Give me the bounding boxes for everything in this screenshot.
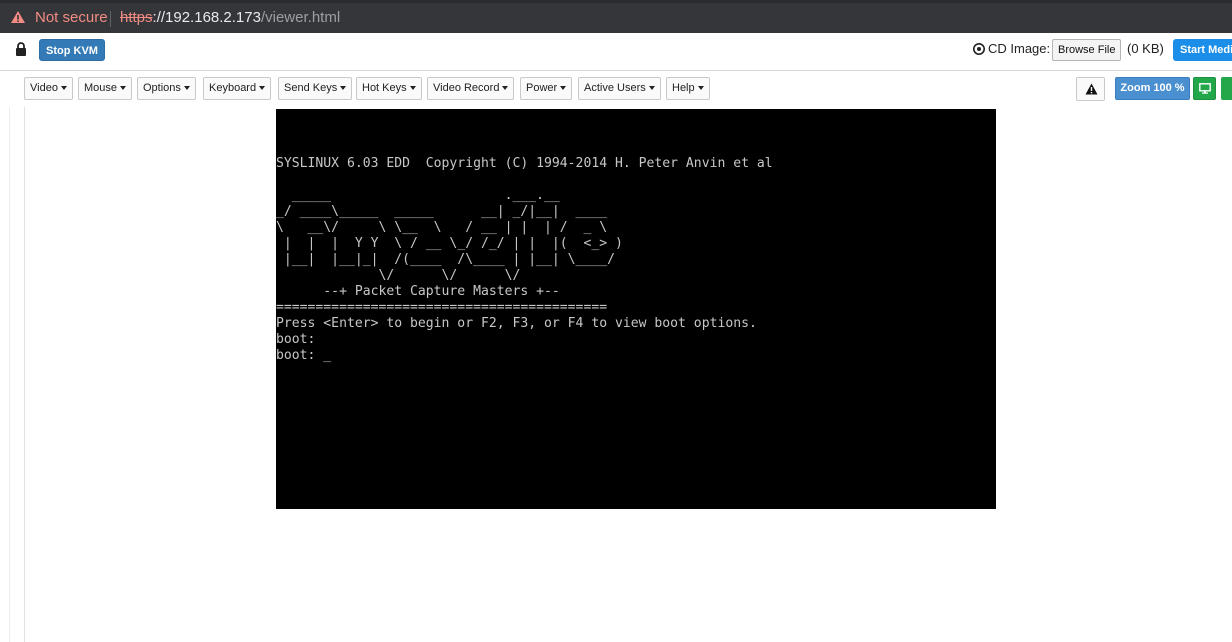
caret-down-icon <box>697 86 704 91</box>
browse-file-button[interactable]: Browse File <box>1052 39 1122 61</box>
browser-address-bar: Not secure https://192.168.2.173/viewer.… <box>0 0 1232 33</box>
zoom-button[interactable]: Zoom 100 % <box>1115 77 1190 100</box>
console-line: |__| |__|_| /(____ /\____ | |__| \____/ <box>276 252 615 267</box>
kvm-menu-bar: Video Mouse Options Keyboard Send Keys H… <box>0 71 1232 107</box>
menu-label: Help <box>672 82 695 94</box>
menu-label: Power <box>526 82 558 94</box>
lock-icon <box>15 42 27 56</box>
console-line: boot: <box>276 332 316 347</box>
caret-down-icon <box>648 86 655 91</box>
menu-label: Video <box>30 82 58 94</box>
console-line: \ __\/ \ \__ \ / __ | | | / _ \ <box>276 220 608 235</box>
url-scheme: https <box>120 9 153 26</box>
caret-down-icon <box>340 86 347 91</box>
menu-hot-keys[interactable]: Hot Keys <box>356 77 422 100</box>
console-line: ========================================… <box>276 300 608 315</box>
cd-disc-icon <box>973 42 985 55</box>
caret-down-icon <box>183 86 190 91</box>
monitor-button[interactable] <box>1193 77 1216 100</box>
kvm-console-screen[interactable]: SYSLINUX 6.03 EDD Copyright (C) 1994-201… <box>276 109 996 509</box>
menu-video[interactable]: Video <box>24 77 73 100</box>
caret-down-icon <box>259 86 266 91</box>
menu-label: Mouse <box>84 82 118 94</box>
console-line: _____ .___.__ <box>276 188 560 203</box>
left-rail <box>0 107 25 642</box>
console-line: --+ Packet Capture Masters +-- <box>276 284 560 299</box>
caret-down-icon <box>60 86 67 91</box>
stop-kvm-button[interactable]: Stop KVM <box>39 39 105 61</box>
menu-keyboard[interactable]: Keyboard <box>203 77 272 100</box>
alert-button[interactable] <box>1076 77 1105 101</box>
console-line: Press <Enter> to begin or F2, F3, or F4 … <box>276 316 757 331</box>
alert-triangle-icon <box>1085 83 1098 95</box>
menu-label: Hot Keys <box>362 82 407 94</box>
menu-label: Options <box>143 82 181 94</box>
caret-down-icon <box>502 86 509 91</box>
console-line: \/ \/ \/ <box>276 268 521 283</box>
caret-down-icon <box>120 86 127 91</box>
url-host: ://192.168.2.173 <box>152 9 261 26</box>
cd-image-label: CD Image: <box>988 41 1051 56</box>
start-media-button[interactable]: Start Media <box>1173 39 1232 61</box>
green-toggle-button[interactable] <box>1221 77 1232 100</box>
menu-send-keys[interactable]: Send Keys <box>278 77 353 100</box>
console-line: SYSLINUX 6.03 EDD Copyright (C) 1994-201… <box>276 156 773 171</box>
file-size-label: (0 KB) <box>1127 41 1164 56</box>
menu-label: Active Users <box>584 82 646 94</box>
console-line: _/ ____\_____ _____ __| _/|__| ____ <box>276 204 608 219</box>
caret-down-icon <box>560 86 567 91</box>
menu-video-record[interactable]: Video Record <box>427 77 515 100</box>
menu-label: Keyboard <box>209 82 257 94</box>
url-path: /viewer.html <box>260 9 341 26</box>
console-line: | | | Y Y \ / __ \_/ /_/ | | |( <_> ) <box>276 236 623 251</box>
console-text: SYSLINUX 6.03 EDD Copyright (C) 1994-201… <box>276 156 773 364</box>
caret-down-icon <box>409 86 416 91</box>
menu-power[interactable]: Power <box>520 77 573 100</box>
menu-label: Send Keys <box>284 82 338 94</box>
monitor-icon <box>1199 83 1211 94</box>
rail-divider <box>9 107 10 642</box>
menu-active-users[interactable]: Active Users <box>578 77 661 100</box>
menu-options[interactable]: Options <box>137 77 196 100</box>
menu-mouse[interactable]: Mouse <box>78 77 133 100</box>
not-secure-label[interactable]: Not secure <box>35 9 108 26</box>
warning-triangle-icon[interactable] <box>10 10 26 24</box>
url-field[interactable]: https://192.168.2.173/viewer.html <box>120 9 340 26</box>
menu-label: Video Record <box>433 82 500 94</box>
address-separator <box>110 11 111 27</box>
kvm-control-bar: Stop KVM CD Image: Browse File (0 KB) St… <box>0 33 1232 71</box>
menu-help[interactable]: Help <box>666 77 710 100</box>
console-line: boot: _ <box>276 348 332 363</box>
